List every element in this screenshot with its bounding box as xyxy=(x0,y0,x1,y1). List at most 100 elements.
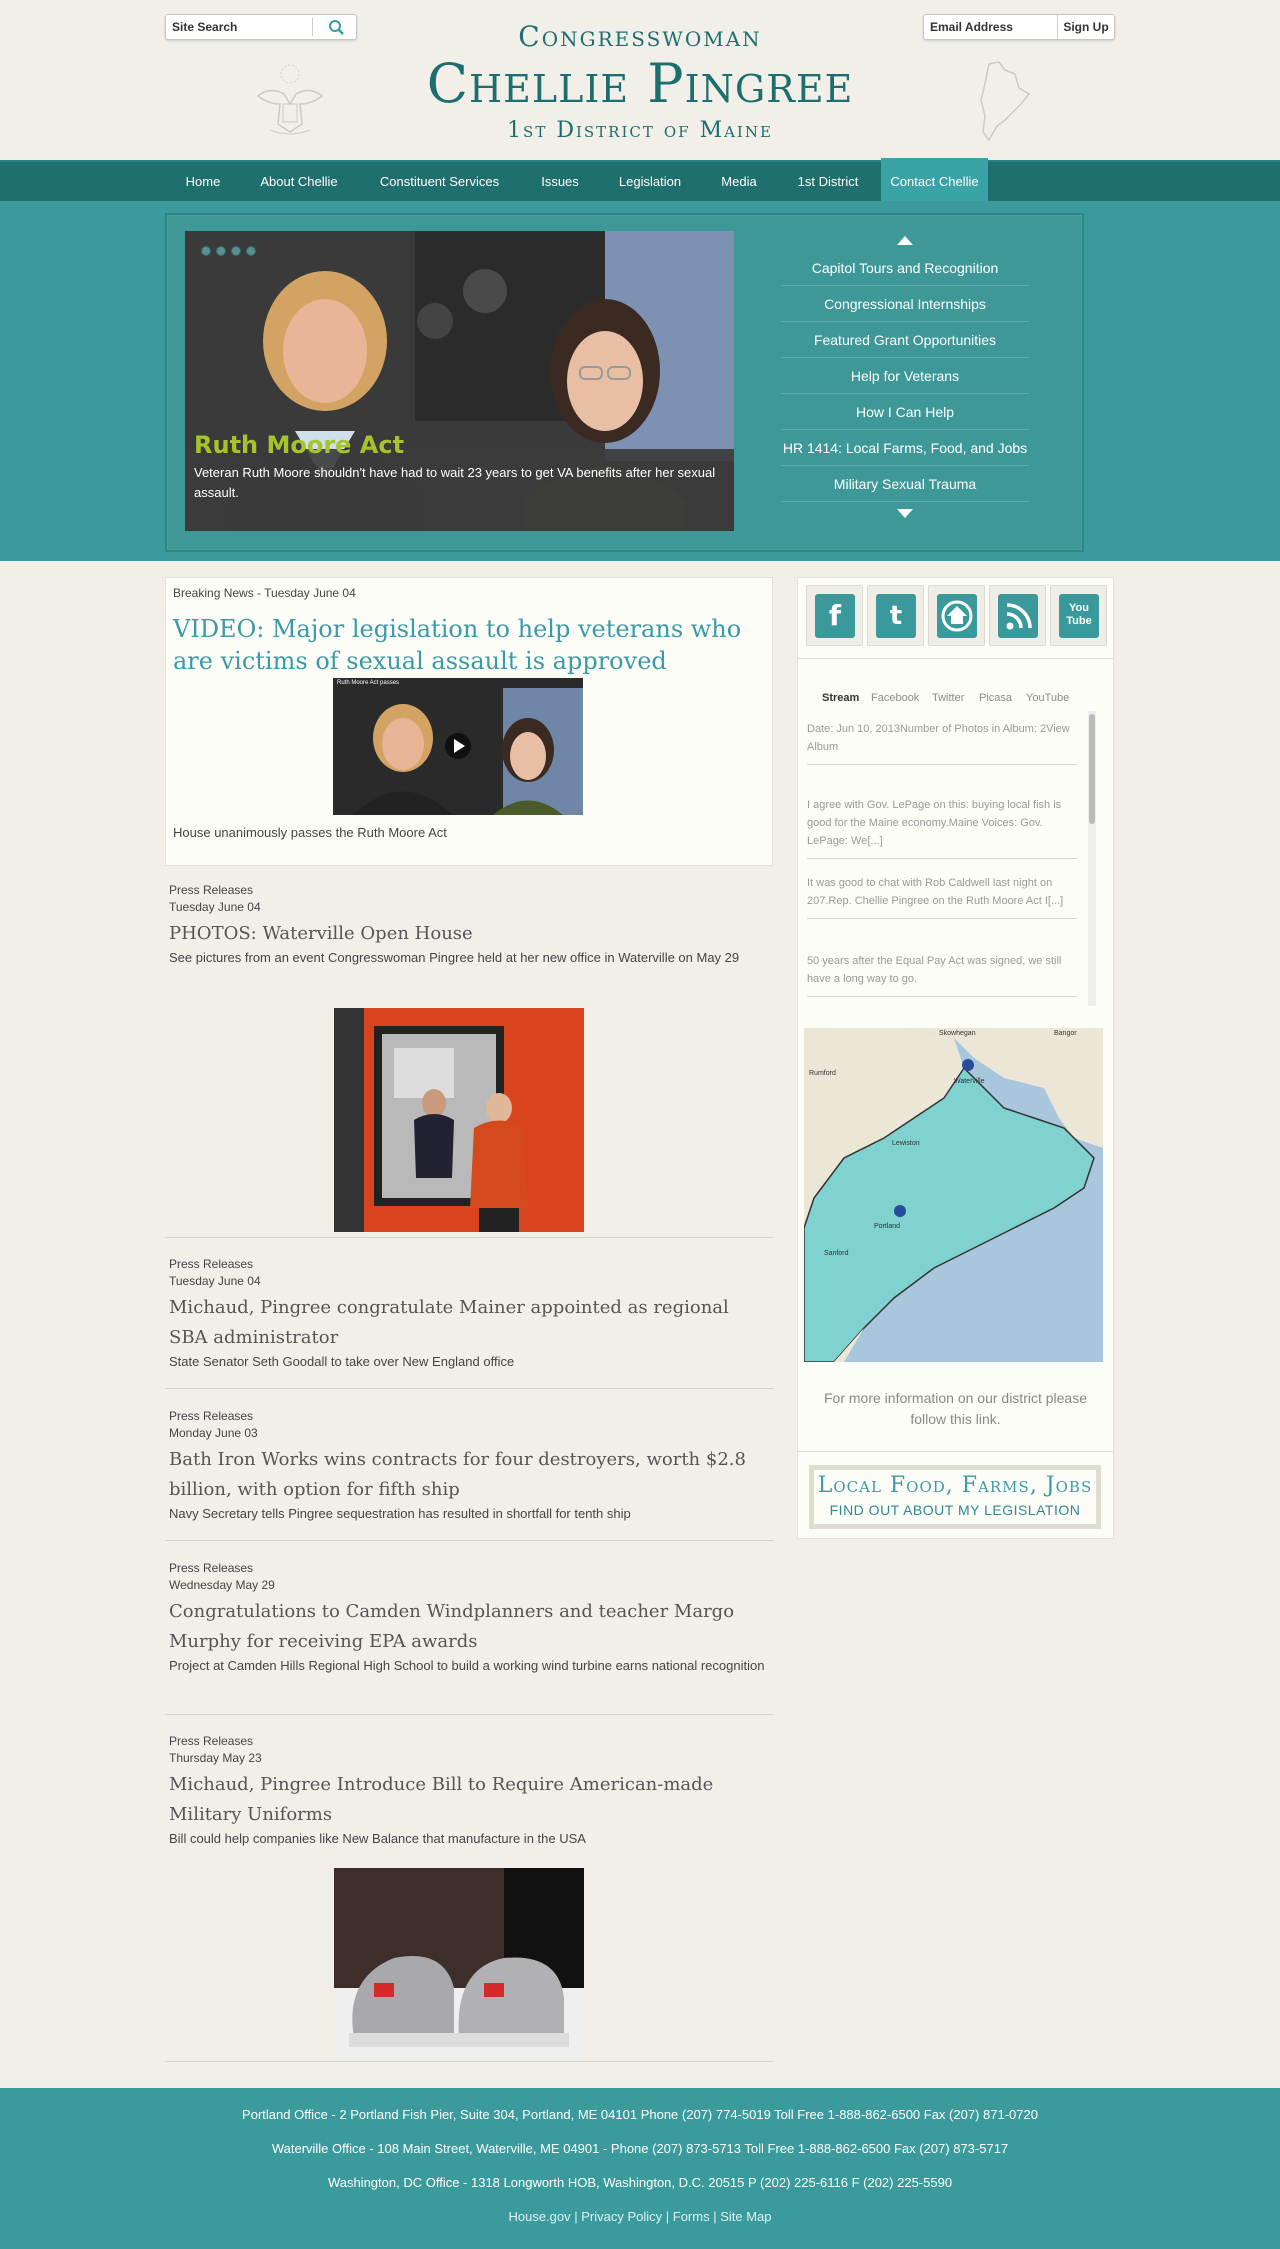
map-label: Sanford xyxy=(824,1250,849,1257)
news-category[interactable]: Press Releases xyxy=(169,883,253,897)
news-date: Tuesday June 04 xyxy=(169,1274,261,1288)
stream-feed: Date: Jun 10, 2013Number of Photos in Al… xyxy=(807,710,1087,1000)
feed-tabs: Stream Facebook Twitter Picasa YouTube xyxy=(822,692,1102,708)
slide-title[interactable]: Ruth Moore Act xyxy=(194,431,404,459)
nav-item-media[interactable]: Media xyxy=(708,162,770,201)
title-district: 1st District of Maine xyxy=(507,118,773,143)
map-label: Skowhegan xyxy=(939,1030,976,1037)
email-signup-field[interactable]: Email Address Sign Up xyxy=(923,14,1115,40)
tab-facebook[interactable]: Facebook xyxy=(871,692,919,704)
breaking-caption: House unanimously passes the Ruth Moore … xyxy=(173,825,447,840)
stream-item[interactable]: Date: Jun 10, 2013Number of Photos in Al… xyxy=(807,710,1077,765)
hero-link[interactable]: HR 1414: Local Farms, Food, and Jobs xyxy=(781,430,1029,466)
tab-twitter[interactable]: Twitter xyxy=(932,692,964,704)
nav-item-legislation[interactable]: Legislation xyxy=(610,162,690,201)
video-player[interactable]: Ruth Moore Act passes xyxy=(333,678,583,815)
hero-link[interactable]: Capitol Tours and Recognition xyxy=(781,250,1029,286)
news-summary: Project at Camden Hills Regional High Sc… xyxy=(169,1658,765,1673)
rss-button[interactable] xyxy=(989,585,1046,646)
news-item: Press Releases Monday June 03 Bath Iron … xyxy=(165,1409,773,1541)
news-category[interactable]: Press Releases xyxy=(169,1257,253,1271)
news-summary: State Senator Seth Goodall to take over … xyxy=(169,1354,515,1369)
stream-item[interactable]: 50 years after the Equal Pay Act was sig… xyxy=(807,944,1077,997)
nav-item-home[interactable]: Home xyxy=(170,162,236,201)
news-summary: Navy Secretary tells Pingree sequestrati… xyxy=(169,1506,631,1521)
news-category[interactable]: Press Releases xyxy=(169,1734,253,1748)
facebook-button[interactable]: f xyxy=(806,585,863,646)
hero-link[interactable]: Help for Veterans xyxy=(781,358,1029,394)
slide-dot[interactable] xyxy=(201,246,211,256)
footer-link-forms[interactable]: Forms xyxy=(673,2209,710,2224)
news-item: Press Releases Wednesday May 29 Congratu… xyxy=(165,1561,773,1715)
nav-item-issues[interactable]: Issues xyxy=(528,162,592,201)
twitter-icon: t xyxy=(876,594,916,638)
news-photo[interactable] xyxy=(334,1868,584,2056)
tab-stream[interactable]: Stream xyxy=(822,692,859,704)
scroll-up-arrow-icon[interactable] xyxy=(897,236,913,245)
twitter-button[interactable]: t xyxy=(867,585,924,646)
hero-slideshow[interactable]: Ruth Moore Act Veteran Ruth Moore should… xyxy=(185,231,734,531)
rss-icon xyxy=(998,594,1038,638)
portland-office-address: Portland Office - 2 Portland Fish Pier, … xyxy=(242,2107,1038,2122)
tab-youtube[interactable]: YouTube xyxy=(1026,692,1069,704)
map-note-link[interactable]: For more information on our district ple… xyxy=(808,1388,1103,1430)
nav-item-constituent-services[interactable]: Constituent Services xyxy=(367,162,512,201)
footer-link-site-map[interactable]: Site Map xyxy=(720,2209,771,2224)
news-date: Monday June 03 xyxy=(169,1426,258,1440)
news-summary: See pictures from an event Congresswoman… xyxy=(169,950,740,965)
slide-text: Veteran Ruth Moore shouldn't have had to… xyxy=(194,465,716,500)
tab-picasa[interactable]: Picasa xyxy=(979,692,1012,704)
news-headline[interactable]: Michaud, Pingree congratulate Mainer app… xyxy=(169,1293,769,1353)
waterville-office-address: Waterville Office - 108 Main Street, Wat… xyxy=(271,2141,1009,2156)
nav-item-1st-district[interactable]: 1st District xyxy=(785,162,871,201)
signup-button[interactable]: Sign Up xyxy=(1057,15,1114,39)
slide-pager[interactable] xyxy=(201,243,261,261)
news-summary: Bill could help companies like New Balan… xyxy=(169,1831,586,1846)
title-name[interactable]: Chellie Pingree xyxy=(0,52,1280,115)
news-headline[interactable]: Congratulations to Camden Windplanners a… xyxy=(169,1597,769,1657)
legislation-promo-banner[interactable]: Local Food, Farms, Jobs FIND OUT ABOUT M… xyxy=(809,1465,1101,1529)
map-label: Portland xyxy=(874,1223,901,1230)
news-item: Press Releases Tuesday June 04 Michaud, … xyxy=(165,1257,773,1389)
stream-scrollbar-thumb[interactable] xyxy=(1089,714,1095,824)
news-date: Tuesday June 04 xyxy=(169,900,261,914)
news-headline[interactable]: PHOTOS: Waterville Open House xyxy=(169,919,769,949)
breaking-label: Breaking News - Tuesday June 04 xyxy=(173,586,356,600)
facebook-icon: f xyxy=(815,594,855,638)
hero-link[interactable]: Military Sexual Trauma xyxy=(781,466,1029,502)
hero-link[interactable]: How I Can Help xyxy=(781,394,1029,430)
breaking-headline[interactable]: VIDEO: Major legislation to help veteran… xyxy=(173,613,763,677)
youtube-button[interactable]: You Tube xyxy=(1050,585,1107,646)
site-footer: Portland Office - 2 Portland Fish Pier, … xyxy=(0,2088,1280,2249)
nav-item-contact[interactable]: Contact Chellie xyxy=(881,158,988,202)
slide-dot[interactable] xyxy=(231,246,241,256)
news-photo[interactable] xyxy=(334,1008,584,1232)
map-label: Lewiston xyxy=(892,1140,920,1147)
district-map[interactable]: Skowhegan Bangor Rumford Waterville Lewi… xyxy=(804,1028,1103,1362)
slide-dot[interactable] xyxy=(216,246,226,256)
maine-outline-icon xyxy=(980,61,1030,142)
main-nav: Home About Chellie Constituent Services … xyxy=(0,158,1280,202)
news-headline[interactable]: Bath Iron Works wins contracts for four … xyxy=(169,1445,769,1505)
news-date: Wednesday May 29 xyxy=(169,1578,275,1592)
hero-link-list: Capitol Tours and Recognition Congressio… xyxy=(781,230,1029,530)
home-button[interactable] xyxy=(928,585,985,646)
dc-office-address: Washington, DC Office - 1318 Longworth H… xyxy=(327,2175,953,2190)
news-category[interactable]: Press Releases xyxy=(169,1409,253,1423)
waterville-photo xyxy=(334,1008,584,1232)
slide-caption: Ruth Moore Act Veteran Ruth Moore should… xyxy=(185,431,734,531)
divider xyxy=(798,1451,1113,1452)
scroll-down-arrow-icon[interactable] xyxy=(897,509,913,518)
hero-link[interactable]: Featured Grant Opportunities xyxy=(781,322,1029,358)
stream-item[interactable]: I agree with Gov. LePage on this: buying… xyxy=(807,788,1077,859)
slide-dot[interactable] xyxy=(246,246,256,256)
news-headline[interactable]: Michaud, Pingree Introduce Bill to Requi… xyxy=(169,1770,769,1830)
promo-subtitle: FIND OUT ABOUT MY LEGISLATION xyxy=(829,1502,1081,1518)
footer-link-house-gov[interactable]: House.gov xyxy=(508,2209,570,2224)
nav-item-about[interactable]: About Chellie xyxy=(250,162,348,201)
news-category[interactable]: Press Releases xyxy=(169,1561,253,1575)
hero-link[interactable]: Congressional Internships xyxy=(781,286,1029,322)
news-item: Press Releases Thursday May 23 Michaud, … xyxy=(165,1734,773,2062)
stream-item[interactable]: It was good to chat with Rob Caldwell la… xyxy=(807,866,1077,919)
footer-link-privacy[interactable]: Privacy Policy xyxy=(581,2209,662,2224)
